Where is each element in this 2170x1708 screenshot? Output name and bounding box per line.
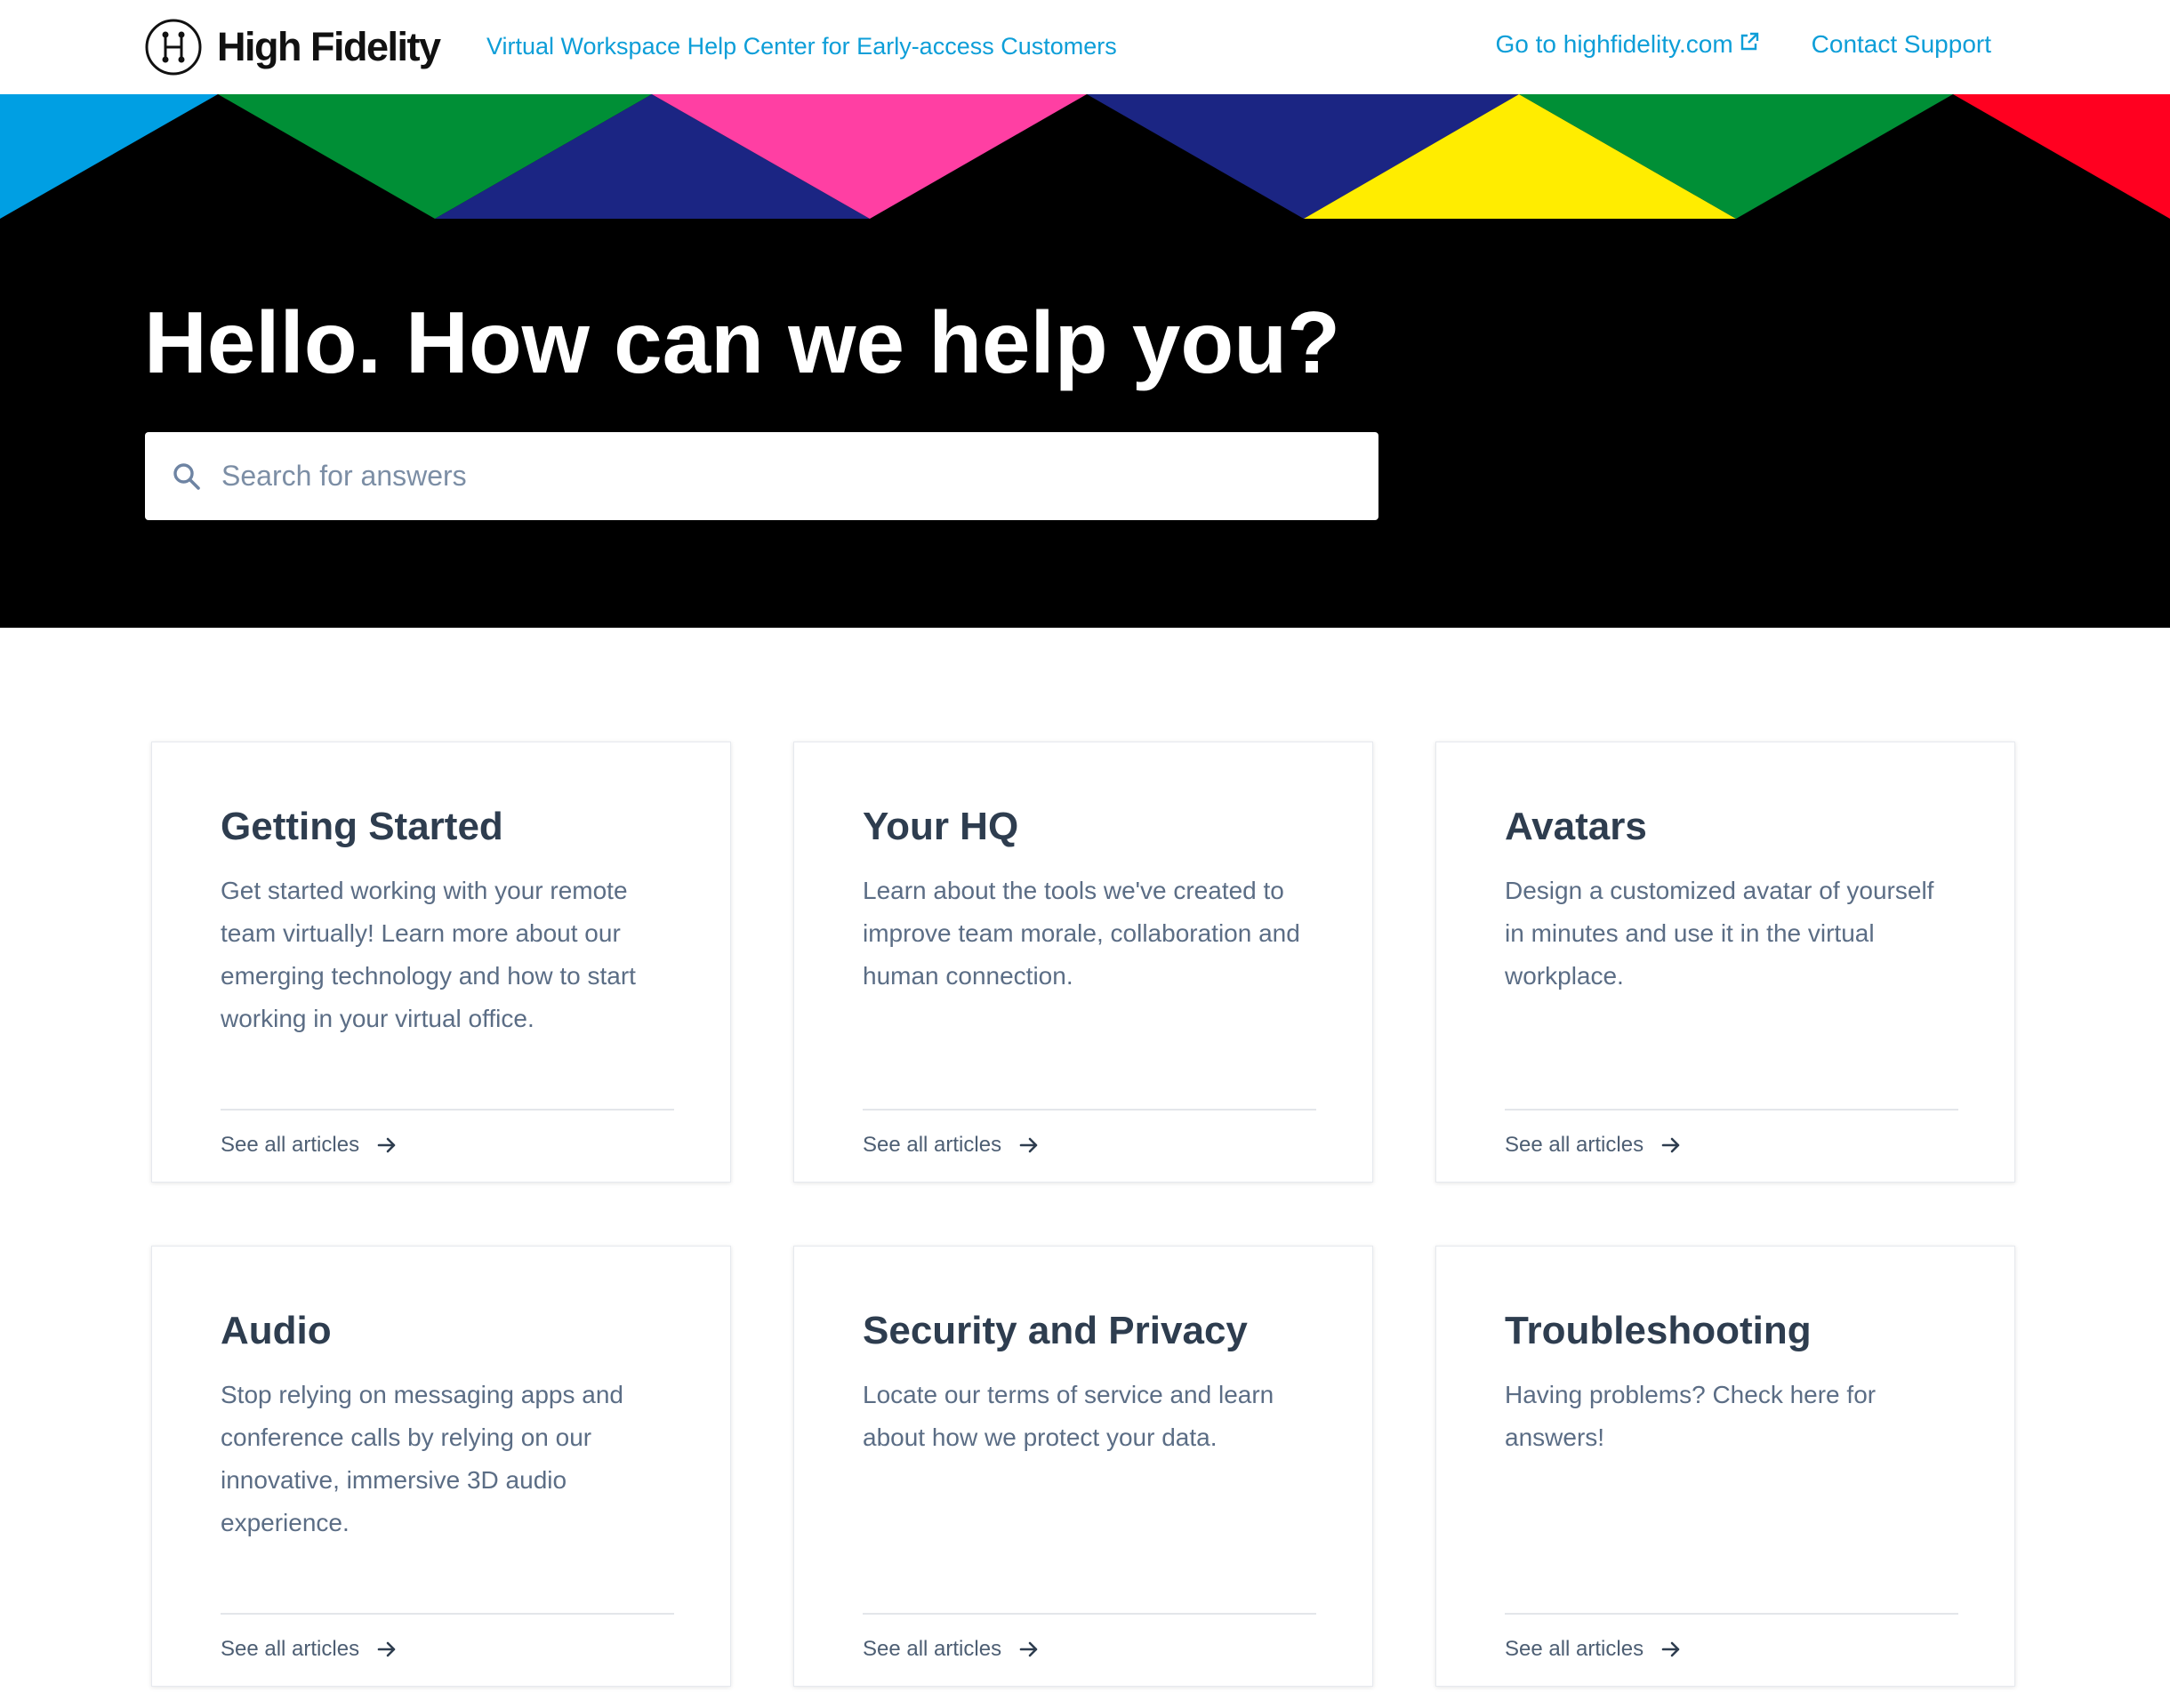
category-card-audio[interactable]: Audio Stop relying on messaging apps and… (151, 1246, 731, 1687)
pattern-triangle (1953, 94, 2170, 219)
category-title: Avatars (1505, 805, 1647, 848)
arrow-right-icon (377, 1641, 396, 1657)
category-card-getting-started[interactable]: Getting Started Get started working with… (151, 742, 731, 1183)
logo-text: High Fidelity (217, 24, 441, 69)
category-description: Get started working with your remote tea… (221, 877, 636, 1032)
hero-triangle-pattern (0, 94, 2170, 219)
card-divider (221, 1613, 674, 1615)
category-card-avatars[interactable]: Avatars Design a customized avatar of yo… (1435, 742, 2015, 1183)
category-title: Getting Started (221, 805, 503, 848)
site-header: High Fidelity Virtual Workspace Help Cen… (0, 0, 2170, 94)
category-card-your-hq[interactable]: Your HQ Learn about the tools we've crea… (793, 742, 1373, 1183)
see-all-articles-link[interactable]: See all articles (221, 1130, 397, 1160)
see-all-articles-label: See all articles (221, 1133, 360, 1157)
category-title: Troubleshooting (1505, 1309, 1812, 1352)
category-title: Security and Privacy (863, 1309, 1248, 1352)
arrow-right-icon (377, 1137, 396, 1153)
logo-link[interactable]: High Fidelity (144, 18, 441, 76)
see-all-articles-label: See all articles (221, 1637, 360, 1661)
card-divider (863, 1109, 1316, 1111)
arrow-right-icon (1019, 1641, 1038, 1657)
category-description: Locate our terms of service and learn ab… (863, 1381, 1274, 1451)
search-box (145, 432, 1378, 520)
search-icon (173, 462, 200, 490)
see-all-articles-label: See all articles (863, 1637, 1002, 1661)
see-all-articles-label: See all articles (863, 1133, 1002, 1157)
category-description: Stop relying on messaging apps and confe… (221, 1381, 623, 1536)
category-title: Your HQ (863, 805, 1019, 848)
see-all-articles-link[interactable]: See all articles (1505, 1634, 1681, 1664)
card-divider (221, 1109, 674, 1111)
external-link-icon (1740, 32, 1758, 51)
go-to-website-link[interactable]: Go to highfidelity.com (1495, 27, 1759, 62)
arrow-right-icon (1661, 1137, 1680, 1153)
category-description: Design a customized avatar of yourself i… (1505, 877, 1934, 990)
category-card-troubleshooting[interactable]: Troubleshooting Having problems? Check h… (1435, 1246, 2015, 1687)
see-all-articles-link[interactable]: See all articles (1505, 1130, 1681, 1160)
category-description: Learn about the tools we've created to i… (863, 877, 1300, 990)
hero-banner: Hello. How can we help you? (0, 94, 2170, 628)
hero-title: Hello. How can we help you? (144, 293, 1340, 391)
category-card-security-and-privacy[interactable]: Security and Privacy Locate our terms of… (793, 1246, 1373, 1687)
contact-support-link[interactable]: Contact Support (1812, 27, 1991, 62)
see-all-articles-label: See all articles (1505, 1133, 1644, 1157)
see-all-articles-link[interactable]: See all articles (863, 1130, 1039, 1160)
arrow-right-icon (1661, 1641, 1680, 1657)
card-divider (1505, 1613, 1958, 1615)
help-center-tagline-link[interactable]: Virtual Workspace Help Center for Early-… (486, 28, 1117, 64)
see-all-articles-label: See all articles (1505, 1637, 1644, 1661)
search-input[interactable] (220, 449, 1331, 503)
header-nav: Go to highfidelity.com Contact Support (1495, 27, 1991, 62)
pattern-triangle (0, 94, 218, 219)
arrow-right-icon (1019, 1137, 1038, 1153)
logo-h-mark-icon (145, 19, 202, 76)
card-divider (1505, 1109, 1958, 1111)
see-all-articles-link[interactable]: See all articles (221, 1634, 397, 1664)
category-description: Having problems? Check here for answers! (1505, 1381, 1877, 1451)
category-title: Audio (221, 1309, 332, 1352)
go-to-website-label: Go to highfidelity.com (1495, 30, 1733, 58)
see-all-articles-link[interactable]: See all articles (863, 1634, 1039, 1664)
card-divider (863, 1613, 1316, 1615)
